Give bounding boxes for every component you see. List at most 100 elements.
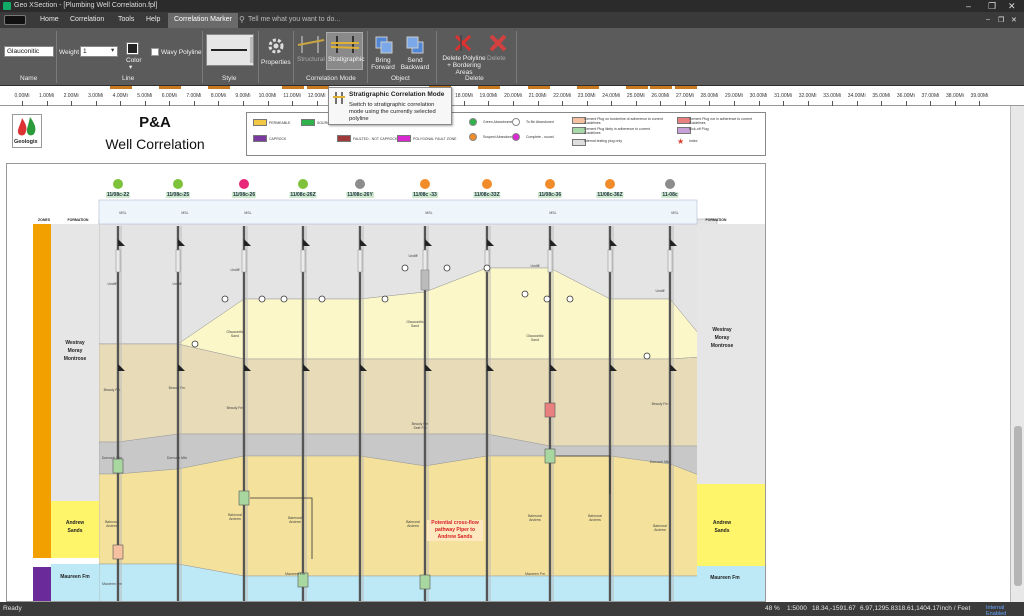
well-name-label[interactable]: 11/08c-22 — [105, 192, 131, 198]
section-label: Sele Fm — [413, 426, 427, 430]
horizontal-ruler[interactable]: 0.00Mi 1.00Mi 2.00Mi 3.00Mi 4.00Mi 5.00Mi 6.00… — [0, 86, 1024, 106]
cement-plug — [238, 490, 250, 506]
structural-button[interactable]: Structural — [296, 33, 326, 69]
section-label: Undiff — [408, 254, 418, 258]
color-swatch-icon[interactable] — [126, 42, 139, 55]
wavy-polyline-label[interactable]: Wavy Polyline — [161, 49, 202, 56]
stratigraphic-mode-icon — [332, 91, 346, 105]
well-name-label[interactable]: 11/08c-36 — [537, 192, 563, 198]
well-name-label[interactable]: 11/08c-26Y — [346, 192, 374, 198]
color-chevron-icon[interactable]: ▾ — [129, 64, 132, 71]
well-name-label[interactable]: 11/08c-33Z — [473, 192, 501, 198]
ruler-label: 5.00Mi — [137, 93, 153, 99]
status-bar: Ready 48 % 1:5000 18.34,-1591.67 6.97,12… — [0, 602, 1024, 616]
zone-bar-maureen — [33, 567, 51, 601]
legend-label: Cement Plug not in adherence to current … — [689, 117, 753, 125]
status-zoom: 48 % — [765, 605, 780, 612]
ruler-label: 3.00Mi — [88, 93, 104, 99]
send-backward-button[interactable]: Send Backward — [399, 57, 431, 71]
cement-plug — [115, 249, 121, 273]
restore-icon[interactable]: ❐ — [988, 1, 996, 11]
menu-help[interactable]: Help — [146, 16, 160, 23]
well-status-icon[interactable] — [173, 179, 183, 189]
ruler-label: 35.00Mi — [872, 93, 891, 99]
legend-label: Internal testing plug only — [584, 139, 622, 143]
name-input[interactable]: Glauconitic — [4, 46, 54, 57]
delete-polyline-icon[interactable] — [453, 33, 473, 53]
wavy-checkbox[interactable] — [151, 48, 159, 56]
section-label: Glauconitic Sand — [526, 334, 544, 342]
cement-plug — [419, 574, 431, 590]
properties-gear-icon[interactable] — [266, 36, 286, 56]
stratigraphic-button[interactable]: Stratigraphic — [326, 32, 365, 70]
page-title-line1: P&A — [139, 114, 171, 131]
well-status-icon[interactable] — [355, 179, 365, 189]
well-name-label[interactable]: 11-08c — [661, 192, 679, 198]
ruler-label: 2.00Mi — [63, 93, 79, 99]
well-name-label[interactable]: 11/08c-26 — [231, 192, 257, 198]
color-label[interactable]: Color — [126, 57, 142, 64]
well-name-label[interactable]: 11/08c-25 — [165, 192, 191, 198]
send-backward-icon[interactable] — [405, 35, 425, 55]
delete-icon[interactable] — [488, 33, 508, 53]
well-name-label[interactable]: 11/08c-26Z — [289, 192, 317, 198]
section-label: Beauly Fm — [103, 388, 121, 392]
section-label: Balmoral Andrew — [105, 520, 119, 528]
well-status-icon[interactable] — [113, 179, 123, 189]
page-title-line2: Well Correlation — [105, 136, 205, 152]
delete-button[interactable]: Delete — [487, 55, 506, 62]
well-status-icon[interactable] — [239, 179, 249, 189]
properties-button[interactable]: Properties — [261, 59, 291, 66]
ruler-label: 38.00Mi — [945, 93, 964, 99]
correlation-node — [401, 264, 409, 272]
ribbon-min-icon[interactable]: – — [986, 16, 990, 23]
ruler-label: 20.00Mi — [504, 93, 522, 99]
correlation-node — [521, 290, 529, 298]
scrollbar-thumb[interactable] — [1014, 426, 1022, 586]
bring-forward-button[interactable]: Bring Forward — [370, 57, 396, 71]
well-status-icon[interactable] — [298, 179, 308, 189]
app-window: Geo XSection - [Plumbing Well Correlatio… — [0, 0, 1024, 616]
section-label: Glauconitic Sand — [406, 320, 424, 328]
status-right: Internal Enabled — [986, 605, 1007, 616]
delete-polyline-button[interactable]: Delete Polyline + Bordering Areas — [440, 55, 488, 76]
well-name-label[interactable]: 11/08c-36Z — [596, 192, 624, 198]
cross-section-drawing[interactable] — [7, 164, 766, 602]
well-status-icon[interactable] — [665, 179, 675, 189]
tell-me-search[interactable]: Tell me what you want to do... — [248, 16, 340, 23]
menu-tools[interactable]: Tools — [118, 16, 134, 23]
cross-section[interactable]: 11/08c-22 11/08c-25 11/08c-26 11/08c-26Z 11/… — [6, 163, 766, 602]
ribbon-restore-icon[interactable]: ❐ — [998, 16, 1004, 24]
vertical-scrollbar[interactable] — [1010, 106, 1024, 602]
file-menu-logo[interactable] — [4, 15, 26, 25]
ruler-label: 12.00Mi — [307, 93, 326, 99]
menu-correlation[interactable]: Correlation — [70, 16, 104, 23]
well-status-icon[interactable] — [605, 179, 615, 189]
ruler-well-marker — [527, 86, 550, 89]
well-status-icon[interactable] — [482, 179, 492, 189]
legend-label: POLYGONAL FAULT ZONE — [413, 137, 457, 141]
section-label: MSL — [425, 211, 433, 215]
well-status-icon[interactable] — [420, 179, 430, 189]
tooltip-title: Stratigraphic Correlation Mode — [349, 91, 445, 98]
andrew-band — [98, 455, 718, 577]
section-label: Beauly Fm — [226, 406, 244, 410]
ribbon-close-icon[interactable]: ✕ — [1011, 16, 1017, 24]
close-icon[interactable]: ✕ — [1008, 1, 1016, 11]
geologix-logo: Geologix — [12, 114, 42, 148]
correlation-node — [280, 295, 288, 303]
status-coords2: 6.97,1295.83 — [860, 605, 898, 612]
well-name-label[interactable]: 11/08c -33 — [412, 192, 438, 198]
legend-swatch — [512, 118, 520, 126]
legend-swatch — [512, 133, 520, 141]
legend-swatch — [253, 135, 267, 142]
minimize-icon[interactable]: – — [966, 1, 971, 11]
legend-label: CAPROCK — [269, 137, 287, 141]
bring-forward-icon[interactable] — [374, 35, 394, 55]
tab-correlation-marker[interactable]: Correlation Marker — [168, 13, 238, 28]
well-status-icon[interactable] — [545, 179, 555, 189]
menu-home[interactable]: Home — [40, 16, 59, 23]
ruler-well-marker — [208, 86, 231, 89]
style-gallery[interactable] — [206, 34, 254, 66]
cement-plug — [175, 249, 181, 273]
